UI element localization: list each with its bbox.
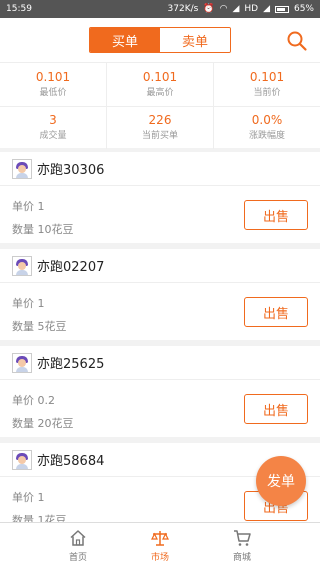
post-order-button[interactable]: 发单: [256, 456, 306, 506]
stat-highest-price: 0.101 最高价: [107, 63, 214, 106]
stats-row: 0.101 最低价 0.101 最高价 0.101 当前价: [0, 63, 320, 106]
wifi-icon: ◠: [219, 4, 228, 14]
stat-label: 成交量: [39, 131, 67, 141]
avatar: [12, 158, 32, 179]
cart-icon: [234, 530, 251, 546]
alarm-icon: ⏰: [203, 4, 215, 14]
avatar: [12, 352, 32, 373]
quantity: 数量 5花豆: [12, 320, 67, 333]
order-type-switch: 买单 卖单: [89, 27, 231, 53]
stat-label: 最高价: [146, 87, 174, 98]
order-card-header: 亦跑02207: [0, 249, 320, 283]
sell-button[interactable]: 出售: [244, 297, 308, 327]
order-card-header: 亦跑25625: [0, 346, 320, 380]
stat-value: 226: [148, 113, 172, 127]
sell-button[interactable]: 出售: [244, 394, 308, 424]
status-bar: 15:59 372K/s ⏰ ◠ ◢ HD ◢ 65%: [0, 0, 320, 18]
stat-label: 当前买单: [141, 131, 178, 141]
user-name: 亦跑58684: [37, 454, 105, 469]
tab-home[interactable]: 首页: [37, 523, 119, 568]
quantity: 数量 20花豆: [12, 417, 74, 430]
stat-value: 0.0%: [251, 113, 283, 127]
order-card: 亦跑02207 单价 1 数量 5花豆 出售: [0, 249, 320, 340]
tab-label: 市场: [150, 553, 169, 563]
stat-current-price: 0.101 当前价: [214, 63, 320, 106]
unit-price: 单价 1: [12, 200, 45, 213]
tab-mall[interactable]: 商城: [201, 523, 283, 568]
tab-label: 首页: [68, 553, 87, 563]
user-name: 亦跑25625: [37, 357, 105, 372]
home-icon: [70, 530, 86, 546]
avatar: [12, 449, 32, 470]
tabbar-spacer: [283, 523, 320, 568]
bottom-tab-bar: 首页 市场 商城: [0, 522, 320, 568]
unit-price: 单价 1: [12, 297, 45, 310]
stat-value: 0.101: [249, 69, 285, 84]
tab-buy-orders[interactable]: 买单: [90, 28, 160, 52]
status-indicators: 372K/s ⏰ ◠ ◢ HD ◢ 65%: [168, 4, 314, 14]
scale-icon: [151, 531, 169, 546]
tab-sell-orders[interactable]: 卖单: [160, 28, 230, 52]
tab-label: 商城: [233, 553, 252, 563]
tabbar-spacer: [0, 523, 37, 568]
battery-icon: [274, 5, 289, 13]
stat-value: 0.101: [35, 69, 71, 84]
stats-row: 3 成交量 226 当前买单 0.0% 涨跌幅度: [0, 106, 320, 149]
unit-price: 单价 0.2: [12, 394, 55, 407]
quantity: 数量 10花豆: [12, 223, 74, 236]
unit-price: 单价 1: [12, 491, 45, 504]
user-name: 亦跑02207: [37, 260, 105, 275]
market-stats: 0.101 最低价 0.101 最高价 0.101 当前价 3 成交量 226 …: [0, 62, 320, 149]
user-name: 亦跑30306: [37, 163, 105, 178]
signal-icon: ◢: [232, 4, 240, 14]
stat-lowest-price: 0.101 最低价: [0, 63, 107, 106]
stat-label: 最低价: [39, 87, 67, 98]
status-time: 15:59: [6, 4, 32, 14]
tab-market[interactable]: 市场: [119, 523, 201, 568]
order-card: 亦跑25625 单价 0.2 数量 20花豆 出售: [0, 346, 320, 437]
avatar: [12, 255, 32, 276]
order-card: 亦跑30306 单价 1 数量 10花豆 出售: [0, 152, 320, 243]
network-speed: 372K/s: [167, 4, 199, 14]
stat-label: 当前价: [253, 87, 281, 98]
stat-value: 0.101: [142, 69, 178, 84]
stat-label: 涨跌幅度: [248, 131, 285, 141]
network-type: HD: [244, 4, 259, 14]
order-card-header: 亦跑30306: [0, 152, 320, 186]
search-icon[interactable]: [286, 30, 308, 52]
signal-icon-2: ◢: [263, 4, 270, 14]
stat-change-rate: 0.0% 涨跌幅度: [214, 107, 320, 149]
stat-current-buy-orders: 226 当前买单: [107, 107, 214, 149]
stat-value: 3: [49, 113, 57, 127]
battery-percent: 65%: [293, 4, 314, 14]
header: 买单 卖单: [0, 18, 320, 62]
sell-button[interactable]: 出售: [244, 200, 308, 230]
stat-volume: 3 成交量: [0, 107, 107, 149]
